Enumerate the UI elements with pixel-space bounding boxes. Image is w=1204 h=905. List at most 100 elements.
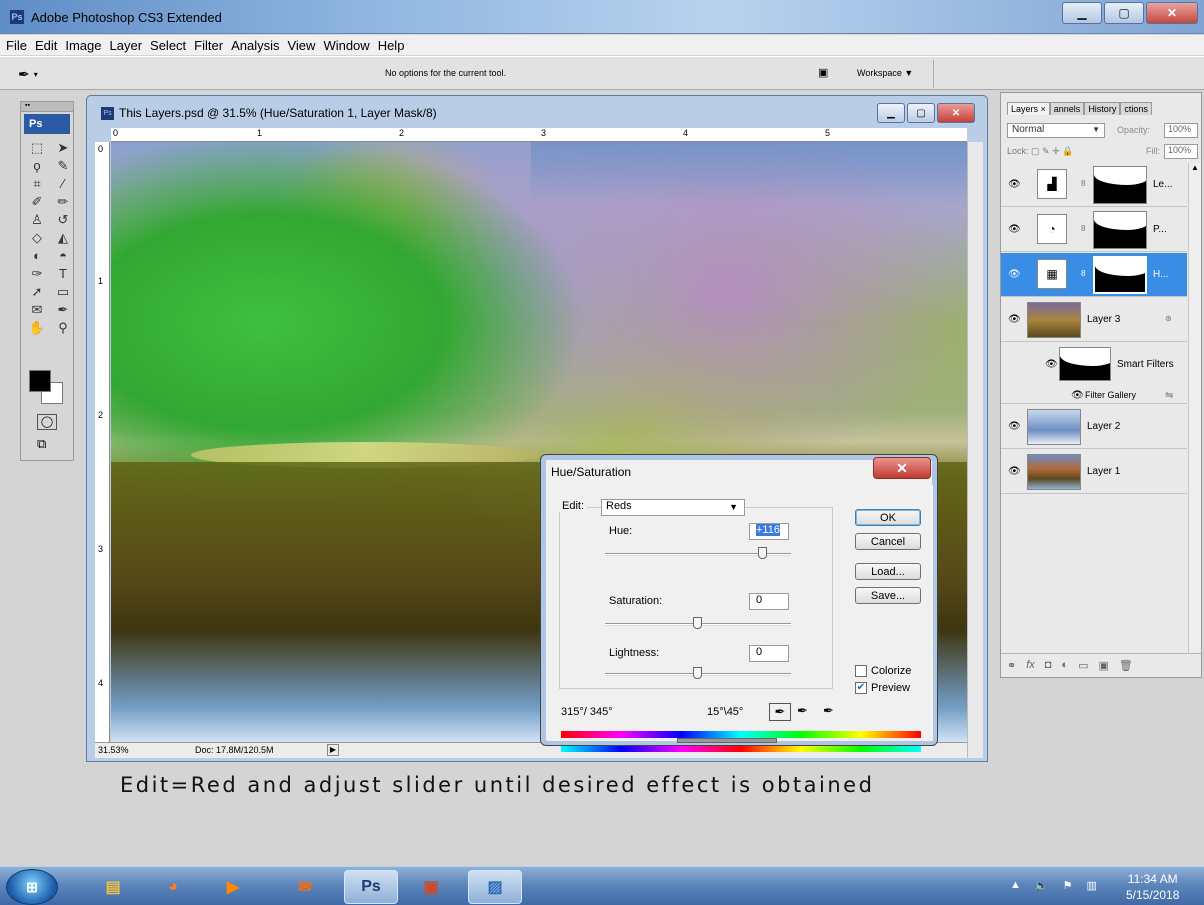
screen-mode-icon[interactable]: ⧉ bbox=[37, 436, 46, 452]
colorize-checkbox[interactable] bbox=[855, 665, 867, 677]
file-explorer-icon[interactable]: ▤ bbox=[86, 870, 140, 904]
layer-mask-thumbnail[interactable] bbox=[1093, 166, 1147, 204]
mail-icon[interactable]: ✉ bbox=[278, 870, 332, 904]
new-layer-icon[interactable]: ▣ bbox=[1099, 659, 1109, 672]
minimize-button[interactable]: ▁ bbox=[1062, 2, 1102, 24]
lasso-tool-icon[interactable]: ϙ bbox=[26, 157, 48, 174]
quick-mask-icon[interactable]: ◯ bbox=[37, 414, 57, 430]
layer-mask-thumbnail[interactable] bbox=[1093, 211, 1147, 249]
menu-analysis[interactable]: Analysis bbox=[227, 38, 283, 53]
menu-window[interactable]: Window bbox=[319, 38, 373, 53]
layers-scrollbar[interactable]: ▲ bbox=[1188, 163, 1201, 653]
network-icon[interactable]: ▥ bbox=[1086, 879, 1096, 892]
layer-style-icon[interactable]: fx bbox=[1026, 659, 1035, 672]
subtract-from-sample-icon[interactable]: ✒ bbox=[823, 703, 834, 719]
saturation-input[interactable]: 0 bbox=[749, 593, 789, 610]
eye-icon[interactable]: 👁 bbox=[1008, 466, 1021, 477]
layer-row[interactable]: 👁 Layer 1 bbox=[1001, 450, 1187, 494]
adjustment-layer-icon[interactable]: ◐ bbox=[1061, 659, 1068, 672]
pen-tool-icon[interactable]: ✑ bbox=[26, 265, 48, 282]
paint-bucket-icon[interactable]: ◭ bbox=[52, 229, 74, 246]
layer-row[interactable]: 👁 Layer 3 ⊛ bbox=[1001, 298, 1187, 342]
dialog-close-button[interactable]: ✕ bbox=[873, 457, 931, 479]
crop-tool-icon[interactable]: ⌗ bbox=[26, 175, 48, 192]
history-brush-icon[interactable]: ↺ bbox=[52, 211, 74, 228]
foreground-color-swatch[interactable] bbox=[29, 370, 51, 392]
marquee-tool-icon[interactable]: ⬚ bbox=[26, 139, 48, 156]
menu-image[interactable]: Image bbox=[61, 38, 105, 53]
zoom-level[interactable]: 31.53% bbox=[98, 745, 129, 755]
type-tool-icon[interactable]: T bbox=[52, 265, 74, 282]
tab-actions[interactable]: ctions bbox=[1120, 102, 1152, 115]
save-button[interactable]: Save... bbox=[855, 587, 921, 604]
healing-brush-icon[interactable]: ✐ bbox=[26, 193, 48, 210]
eyedropper-tool-icon[interactable]: ✒ bbox=[52, 301, 74, 318]
add-mask-icon[interactable]: ◘ bbox=[1045, 659, 1052, 672]
layer-row-selected[interactable]: 👁 ▦ 8 H... bbox=[1001, 253, 1187, 297]
tab-history[interactable]: History bbox=[1084, 102, 1121, 115]
layer-mask-thumbnail[interactable] bbox=[1093, 256, 1147, 294]
workspace-menu[interactable]: Workspace ▼ bbox=[857, 68, 913, 78]
clock[interactable]: 11:34 AM 5/15/2018 bbox=[1126, 871, 1179, 903]
preview-checkbox[interactable]: ✔ bbox=[855, 682, 867, 694]
menu-select[interactable]: Select bbox=[146, 38, 190, 53]
show-hidden-icons-icon[interactable]: ▲ bbox=[1010, 879, 1021, 892]
link-layers-icon[interactable]: ⚭ bbox=[1007, 659, 1016, 672]
menu-view[interactable]: View bbox=[283, 38, 319, 53]
toolbox-grip[interactable]: ▪▪ bbox=[21, 102, 73, 112]
edit-channel-select[interactable]: Reds ▼ bbox=[601, 499, 745, 516]
dodge-tool-icon[interactable]: ◓ bbox=[52, 247, 74, 264]
media-player-icon[interactable]: ▶ bbox=[206, 870, 260, 904]
smart-filter-icon[interactable]: ⊛ bbox=[1165, 314, 1172, 323]
bridge-icon[interactable]: ▣ bbox=[818, 66, 840, 80]
close-button[interactable]: ✕ bbox=[1146, 2, 1198, 24]
tab-layers[interactable]: Layers × bbox=[1007, 102, 1050, 115]
eye-icon[interactable]: 👁 bbox=[1008, 179, 1021, 190]
new-group-icon[interactable]: ▭ bbox=[1078, 659, 1088, 672]
start-button[interactable]: ⊞ bbox=[6, 869, 58, 905]
doc-close-button[interactable]: ✕ bbox=[937, 103, 975, 123]
layer-row[interactable]: 👁 Layer 2 bbox=[1001, 405, 1187, 449]
path-select-icon[interactable]: ➚ bbox=[26, 283, 48, 300]
ok-button[interactable]: OK bbox=[855, 509, 921, 526]
maximize-button[interactable]: ▢ bbox=[1104, 2, 1144, 24]
layer-row[interactable]: 👁 ◔ 8 P... bbox=[1001, 208, 1187, 252]
slice-tool-icon[interactable]: ⁄ bbox=[52, 175, 74, 192]
brush-tool-icon[interactable]: ✏ bbox=[52, 193, 74, 210]
opacity-input[interactable]: 100% bbox=[1164, 123, 1198, 138]
hue-slider-thumb[interactable] bbox=[758, 547, 767, 559]
load-button[interactable]: Load... bbox=[855, 563, 921, 580]
clone-stamp-icon[interactable]: ♙ bbox=[26, 211, 48, 228]
tool-preset-picker[interactable]: ✒ ▾ bbox=[18, 63, 58, 85]
powerpoint-icon[interactable]: ▣ bbox=[404, 870, 458, 904]
menu-filter[interactable]: Filter bbox=[190, 38, 227, 53]
eye-icon[interactable]: 👁 bbox=[1008, 421, 1021, 432]
eye-icon[interactable]: 👁 bbox=[1008, 224, 1021, 235]
volume-icon[interactable]: 🔈 bbox=[1035, 879, 1049, 892]
move-tool-icon[interactable]: ➤ bbox=[52, 139, 74, 156]
menu-layer[interactable]: Layer bbox=[106, 38, 147, 53]
shape-tool-icon[interactable]: ▭ bbox=[52, 283, 74, 300]
eraser-tool-icon[interactable]: ◇ bbox=[26, 229, 48, 246]
lock-icons[interactable]: ▢ ✎ ✛ 🔒 bbox=[1031, 146, 1073, 156]
eye-icon[interactable]: 👁 bbox=[1071, 390, 1084, 401]
hue-input[interactable]: +116 bbox=[749, 523, 789, 540]
action-center-flag-icon[interactable]: ⚑ bbox=[1063, 879, 1073, 892]
saturation-slider-thumb[interactable] bbox=[693, 617, 702, 629]
tab-channels[interactable]: annels bbox=[1049, 102, 1085, 115]
smart-filters-row[interactable]: 👁 Smart Filters bbox=[1001, 343, 1187, 387]
cancel-button[interactable]: Cancel bbox=[855, 533, 921, 550]
trash-icon[interactable]: 🗑 bbox=[1119, 659, 1133, 672]
lightness-slider-thumb[interactable] bbox=[693, 667, 702, 679]
doc-minimize-button[interactable]: ▁ bbox=[877, 103, 905, 123]
eye-icon[interactable]: 👁 bbox=[1008, 314, 1021, 325]
filter-gallery-row[interactable]: 👁 Filter Gallery ⇋ bbox=[1001, 388, 1187, 404]
eye-icon[interactable]: 👁 bbox=[1008, 269, 1021, 280]
blend-mode-select[interactable]: Normal ▼ bbox=[1007, 123, 1105, 138]
firefox-icon[interactable]: ◕ bbox=[146, 870, 200, 904]
lightness-input[interactable]: 0 bbox=[749, 645, 789, 662]
smart-filter-mask-thumbnail[interactable] bbox=[1059, 347, 1111, 381]
eye-icon[interactable]: 👁 bbox=[1045, 359, 1058, 370]
status-menu-arrow-icon[interactable]: ▶ bbox=[327, 744, 339, 756]
color-range-selector[interactable] bbox=[677, 738, 777, 743]
